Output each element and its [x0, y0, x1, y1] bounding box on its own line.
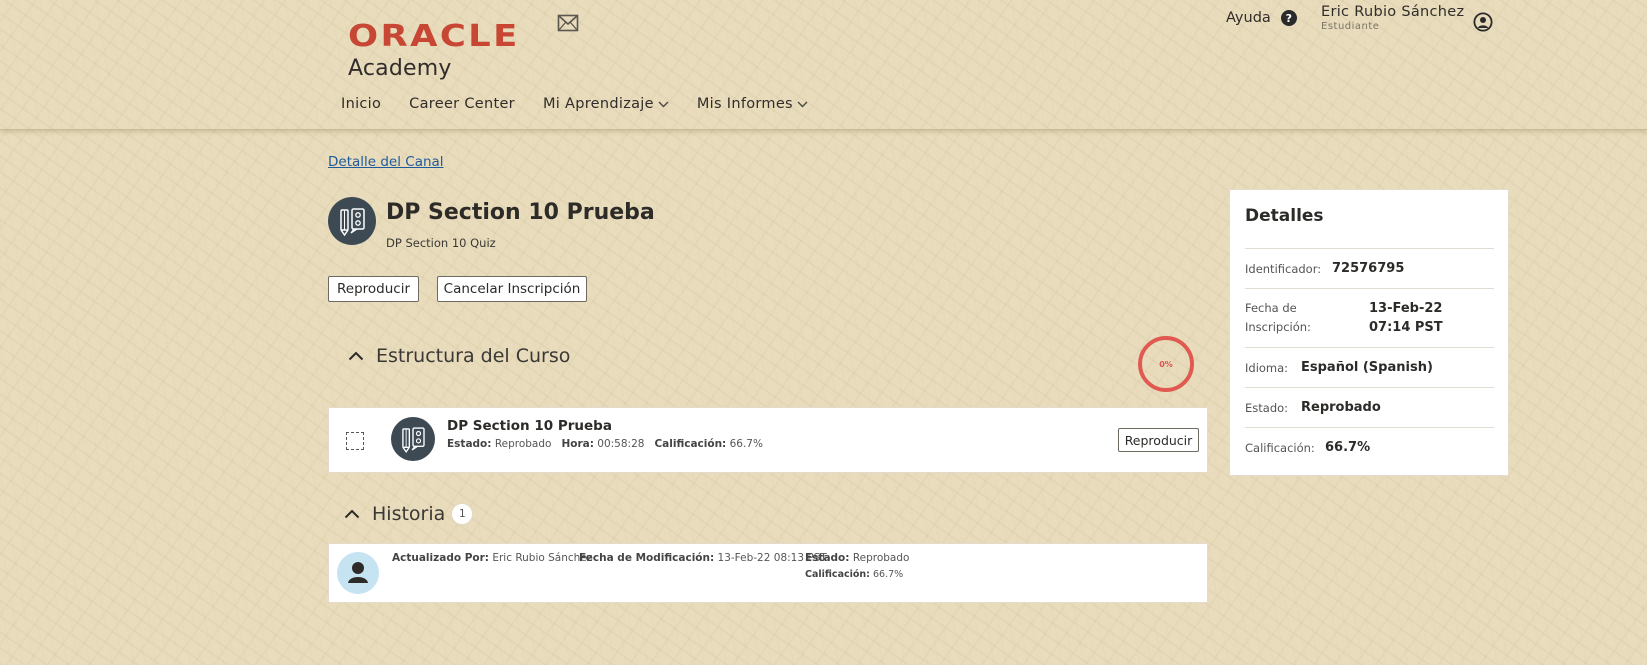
- chevron-up-icon: [348, 351, 364, 361]
- course-item-title[interactable]: DP Section 10 Prueba: [447, 418, 612, 434]
- course-item-card: DP Section 10 Prueba Estado: Reprobado H…: [328, 407, 1208, 473]
- help-link[interactable]: Ayuda ?: [1226, 10, 1297, 26]
- quiz-icon: [391, 417, 435, 461]
- course-structure-heading: Estructura del Curso: [376, 345, 571, 367]
- cancel-enrollment-button[interactable]: Cancelar Inscripción: [437, 276, 587, 302]
- course-item-meta: Estado: Reprobado Hora: 00:58:28 Calific…: [447, 438, 763, 450]
- time-value: 00:58:28: [597, 438, 645, 450]
- chevron-down-icon: [658, 101, 669, 107]
- grade-value: 66.7%: [729, 438, 763, 450]
- updated-by-value: Eric Rubio Sánchez: [492, 552, 593, 564]
- breadcrumb-link[interactable]: Detalle del Canal: [328, 154, 444, 170]
- nav-label: Mis Informes: [696, 96, 793, 112]
- detail-label: Estado:: [1245, 400, 1289, 415]
- user-avatar-icon[interactable]: [1473, 12, 1493, 32]
- history-heading: Historia: [372, 503, 446, 525]
- grade-label: Calificación:: [805, 569, 870, 580]
- status-label: Estado:: [447, 438, 492, 450]
- detail-row-language: Idioma: Español (Spanish): [1245, 347, 1494, 387]
- history-count-badge: 1: [451, 503, 474, 525]
- grade-value: 66.7%: [873, 569, 904, 580]
- chevron-down-icon: [797, 101, 808, 107]
- detail-label: Identificador:: [1245, 261, 1322, 276]
- mail-icon[interactable]: [557, 14, 579, 32]
- user-name: Eric Rubio Sánchez: [1321, 4, 1465, 20]
- academy-wordmark: Academy: [348, 56, 452, 81]
- detail-value: 66.7%: [1325, 440, 1371, 455]
- main-nav: Inicio Career Center Mi Aprendizaje Mis …: [341, 96, 836, 112]
- status-value: Reprobado: [852, 552, 910, 564]
- nav-item-inicio[interactable]: Inicio: [341, 96, 381, 112]
- course-structure-toggle[interactable]: Estructura del Curso: [348, 345, 570, 367]
- modified-label: Fecha de Modificación:: [579, 552, 715, 564]
- item-play-button[interactable]: Reproducir: [1118, 428, 1199, 452]
- history-status: Estado: Reprobado: [805, 552, 909, 564]
- detail-label: Idioma:: [1245, 360, 1289, 375]
- status-label: Estado:: [805, 552, 850, 564]
- updated-by-label: Actualizado Por:: [392, 552, 489, 564]
- history-grade: Calificación: 66.7%: [805, 569, 903, 580]
- detail-label: Fecha de Inscripción:: [1245, 301, 1311, 334]
- nav-item-career-center[interactable]: Career Center: [409, 96, 515, 112]
- completion-checkbox[interactable]: [346, 432, 364, 450]
- detail-value: 72576795: [1332, 261, 1405, 276]
- nav-item-mi-aprendizaje[interactable]: Mi Aprendizaje: [543, 96, 669, 112]
- detail-row-identifier: Identificador: 72576795: [1245, 248, 1494, 288]
- page-subtitle: DP Section 10 Quiz: [386, 236, 496, 250]
- nav-item-mis-informes[interactable]: Mis Informes: [697, 96, 808, 112]
- status-value: Reprobado: [494, 438, 552, 450]
- details-title: Detalles: [1245, 206, 1324, 226]
- history-modified-date: Fecha de Modificación: 13-Feb-22 08:13 P…: [579, 552, 827, 564]
- details-panel: Detalles Identificador: 72576795 Fecha d…: [1229, 189, 1509, 476]
- top-header: ORACLE Academy Inicio Career Center Mi A…: [0, 0, 1647, 130]
- detail-row-grade: Calificación: 66.7%: [1245, 427, 1494, 467]
- detail-label: Calificación:: [1245, 440, 1315, 455]
- history-entry: Actualizado Por: Eric Rubio Sánchez Fech…: [328, 543, 1208, 603]
- user-role: Estudiante: [1321, 21, 1380, 32]
- oracle-wordmark: ORACLE: [348, 19, 520, 54]
- grade-label: Calificación:: [654, 438, 727, 450]
- question-icon: ?: [1280, 10, 1297, 26]
- help-label: Ayuda: [1226, 10, 1271, 26]
- detail-value: Español (Spanish): [1301, 360, 1433, 375]
- detail-row-status: Estado: Reprobado: [1245, 387, 1494, 427]
- time-label: Hora:: [561, 438, 594, 450]
- history-toggle[interactable]: Historia 1: [344, 503, 474, 525]
- nav-label: Career Center: [409, 96, 515, 112]
- history-updated-by: Actualizado Por: Eric Rubio Sánchez: [392, 552, 592, 564]
- detail-row-enrollment-date: Fecha de Inscripción: 13-Feb-22 07:14 PS…: [1245, 288, 1494, 347]
- quiz-icon: [328, 197, 376, 245]
- user-menu[interactable]: Eric Rubio Sánchez Estudiante: [1321, 4, 1464, 32]
- detail-value: 13-Feb-22 07:14 PST: [1369, 301, 1443, 335]
- oracle-academy-logo[interactable]: ORACLE Academy: [348, 22, 517, 82]
- page-title: DP Section 10 Prueba: [386, 200, 655, 225]
- nav-label: Inicio: [341, 96, 382, 112]
- detail-value: Reprobado: [1301, 400, 1381, 415]
- play-button[interactable]: Reproducir: [328, 276, 419, 302]
- user-avatar-icon: [337, 552, 379, 594]
- nav-label: Mi Aprendizaje: [542, 96, 654, 112]
- progress-percent: 0%: [1159, 359, 1173, 369]
- chevron-up-icon: [344, 509, 360, 519]
